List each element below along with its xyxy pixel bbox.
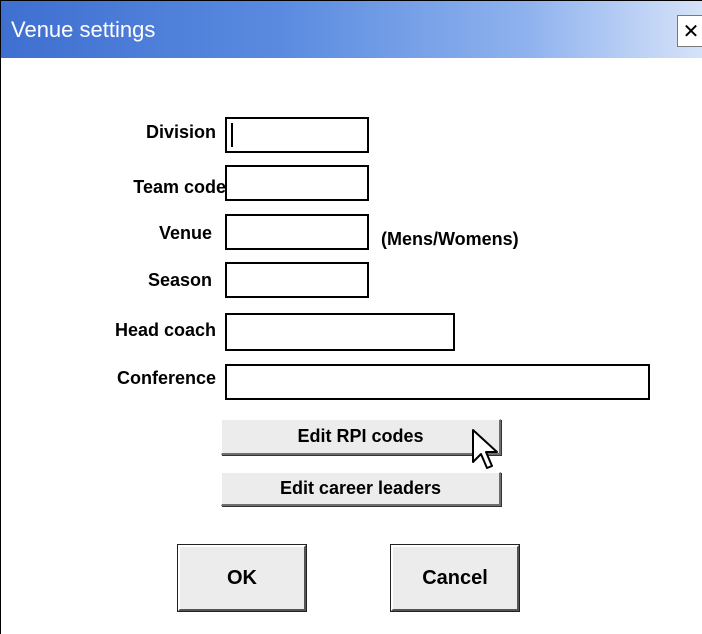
edit-career-leaders-button[interactable]: Edit career leaders (221, 472, 501, 506)
division-label: Division (145, 122, 216, 142)
team-code-field[interactable] (225, 165, 369, 201)
conference-label: Conference (116, 368, 216, 388)
ok-button[interactable]: OK (177, 544, 307, 612)
edit-rpi-codes-label: Edit RPI codes (297, 426, 424, 446)
team-code-label: Team code (133, 177, 226, 197)
close-icon: ✕ (682, 19, 700, 43)
head-coach-field[interactable] (225, 313, 455, 351)
edit-career-leaders-label: Edit career leaders (279, 478, 442, 498)
venue-label: Venue (158, 223, 212, 243)
head-coach-label: Head coach (114, 320, 216, 340)
season-label: Season (147, 270, 212, 290)
division-field[interactable] (225, 117, 369, 153)
season-field[interactable] (225, 262, 369, 298)
mouse-pointer-icon (472, 429, 498, 469)
venue-settings-dialog: Venue settings ✕ Division Team code Venu… (0, 0, 702, 634)
cancel-button[interactable]: Cancel (390, 544, 520, 612)
venue-field[interactable] (225, 214, 369, 250)
window-title: Venue settings (11, 17, 156, 42)
venue-hint: (Mens/Womens) (381, 229, 519, 249)
cancel-label: Cancel (422, 566, 488, 589)
ok-label: OK (227, 566, 257, 589)
conference-field[interactable] (225, 364, 650, 400)
text-caret (231, 123, 233, 147)
edit-rpi-codes-button[interactable]: Edit RPI codes (221, 419, 501, 455)
title-bar[interactable]: Venue settings ✕ (1, 0, 702, 58)
close-button[interactable]: ✕ (677, 15, 702, 47)
